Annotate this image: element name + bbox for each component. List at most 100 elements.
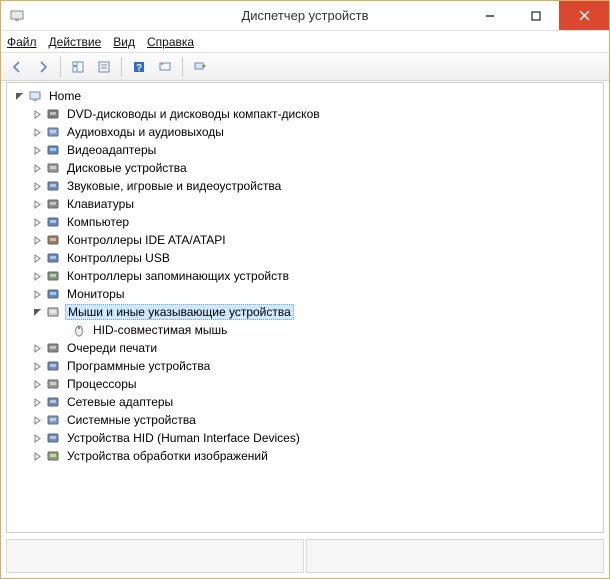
tree-node[interactable]: Очереди печати [7, 339, 603, 357]
forward-button[interactable] [31, 56, 55, 78]
status-cell [306, 539, 604, 573]
tree-node[interactable]: Мыши и иные указывающие устройства [7, 303, 603, 321]
expand-arrow-icon[interactable] [31, 234, 43, 246]
tree-node-label: Аудиовходы и аудиовыходы [65, 125, 226, 139]
expand-arrow-icon[interactable] [31, 162, 43, 174]
tree-node[interactable]: Устройства обработки изображений [7, 447, 603, 465]
device-category-icon [45, 106, 61, 122]
device-category-icon [45, 412, 61, 428]
expand-arrow-icon[interactable] [31, 180, 43, 192]
tree-node-label: Дисковые устройства [65, 161, 189, 175]
tree-node-label: Сетевые адаптеры [65, 395, 175, 409]
expand-arrow-icon[interactable] [31, 288, 43, 300]
tree-node-label: Компьютер [65, 215, 131, 229]
expand-arrow-icon[interactable] [31, 414, 43, 426]
maximize-button[interactable] [513, 1, 559, 30]
expand-arrow-icon[interactable] [31, 432, 43, 444]
tree-node-label: Устройства HID (Human Interface Devices) [65, 431, 302, 445]
show-hide-tree-button[interactable] [66, 56, 90, 78]
menu-bar: Файл Действие Вид Справка [1, 31, 609, 53]
tree-root-node[interactable]: Home [7, 87, 603, 105]
expand-arrow-icon[interactable] [31, 396, 43, 408]
device-tree[interactable]: Home DVD-дисководы и дисководы компакт-ди… [6, 82, 604, 533]
expand-arrow-icon[interactable] [31, 360, 43, 372]
help-button[interactable]: ? [127, 56, 151, 78]
properties-button[interactable] [92, 56, 116, 78]
tree-node-label: Контроллеры запоминающих устройств [65, 269, 291, 283]
expand-arrow-icon[interactable] [31, 144, 43, 156]
toolbar-separator [60, 57, 61, 77]
tree-node-label: DVD-дисководы и дисководы компакт-дисков [65, 107, 322, 121]
menu-action[interactable]: Действие [49, 35, 102, 49]
device-category-icon [45, 142, 61, 158]
tree-node[interactable]: Звуковые, игровые и видеоустройства [7, 177, 603, 195]
toolbar: ? [1, 53, 609, 81]
device-category-icon [45, 214, 61, 230]
tree-node[interactable]: Процессоры [7, 375, 603, 393]
expand-arrow-icon[interactable] [31, 108, 43, 120]
device-icon [71, 322, 87, 338]
tree-node-label: Контроллеры USB [65, 251, 172, 265]
tree-node[interactable]: Компьютер [7, 213, 603, 231]
tree-node[interactable]: DVD-дисководы и дисководы компакт-дисков [7, 105, 603, 123]
refresh-button[interactable] [188, 56, 212, 78]
expand-arrow-icon[interactable] [13, 90, 25, 102]
tree-node[interactable]: Мониторы [7, 285, 603, 303]
tree-node-label: HID-совместимая мышь [91, 323, 229, 337]
expand-arrow-icon[interactable] [31, 216, 43, 228]
tree-node[interactable]: Сетевые адаптеры [7, 393, 603, 411]
expand-arrow-icon[interactable] [31, 306, 43, 318]
tree-node-label: Устройства обработки изображений [65, 449, 270, 463]
device-category-icon [45, 394, 61, 410]
device-category-icon [45, 286, 61, 302]
expand-arrow-placeholder [57, 324, 69, 336]
menu-help[interactable]: Справка [147, 35, 194, 49]
toolbar-separator [182, 57, 183, 77]
device-category-icon [45, 376, 61, 392]
device-category-icon [45, 250, 61, 266]
tree-node-label: Видеоадаптеры [65, 143, 158, 157]
expand-arrow-icon[interactable] [31, 450, 43, 462]
tree-node[interactable]: Аудиовходы и аудиовыходы [7, 123, 603, 141]
tree-node[interactable]: Клавиатуры [7, 195, 603, 213]
device-category-icon [45, 196, 61, 212]
device-category-icon [45, 160, 61, 176]
expand-arrow-icon[interactable] [31, 126, 43, 138]
tree-node[interactable]: Дисковые устройства [7, 159, 603, 177]
device-category-icon [45, 232, 61, 248]
device-category-icon [45, 430, 61, 446]
menu-file[interactable]: Файл [7, 35, 37, 49]
app-icon [9, 8, 25, 24]
tree-node-label: Контроллеры IDE ATA/ATAPI [65, 233, 228, 247]
tree-node[interactable]: Устройства HID (Human Interface Devices) [7, 429, 603, 447]
tree-node-label: Мониторы [65, 287, 126, 301]
tree-node-label: Мыши и иные указывающие устройства [65, 304, 294, 320]
device-category-icon [45, 178, 61, 194]
tree-node[interactable]: Контроллеры запоминающих устройств [7, 267, 603, 285]
tree-node[interactable]: Системные устройства [7, 411, 603, 429]
tree-node-label: Клавиатуры [65, 197, 136, 211]
tree-node-label: Очереди печати [65, 341, 159, 355]
tree-node-label: Звуковые, игровые и видеоустройства [65, 179, 283, 193]
tree-node[interactable]: Контроллеры USB [7, 249, 603, 267]
menu-view[interactable]: Вид [113, 35, 135, 49]
tree-node-label: Процессоры [65, 377, 139, 391]
back-button[interactable] [5, 56, 29, 78]
tree-node[interactable]: Программные устройства [7, 357, 603, 375]
tree-node[interactable]: Контроллеры IDE ATA/ATAPI [7, 231, 603, 249]
tree-node[interactable]: Видеоадаптеры [7, 141, 603, 159]
tree-node-label: Home [47, 89, 83, 103]
expand-arrow-icon[interactable] [31, 342, 43, 354]
tree-child-node[interactable]: HID-совместимая мышь [7, 321, 603, 339]
expand-arrow-icon[interactable] [31, 198, 43, 210]
close-button[interactable] [559, 1, 609, 30]
minimize-button[interactable] [467, 1, 513, 30]
expand-arrow-icon[interactable] [31, 252, 43, 264]
expand-arrow-icon[interactable] [31, 378, 43, 390]
expand-arrow-icon[interactable] [31, 270, 43, 282]
device-category-icon [45, 340, 61, 356]
device-category-icon [45, 358, 61, 374]
toolbar-separator [121, 57, 122, 77]
computer-icon [27, 88, 43, 104]
scan-hardware-button[interactable] [153, 56, 177, 78]
